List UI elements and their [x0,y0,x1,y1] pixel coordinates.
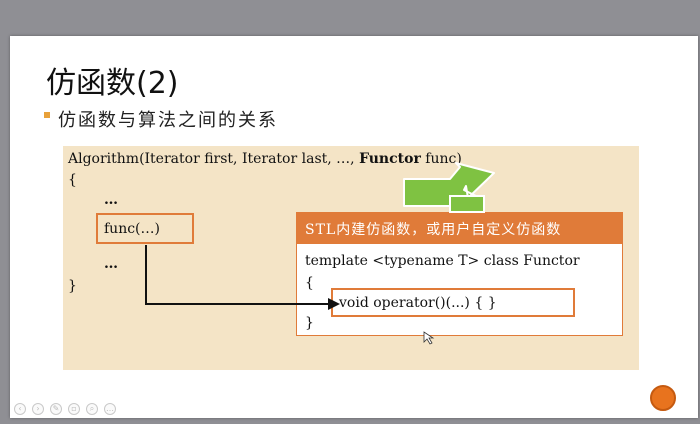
mouse-cursor-icon [423,331,435,345]
zoom-icon[interactable]: ⌕ [86,403,98,415]
logo-icon [650,385,676,411]
slide: 仿函数(2) 仿函数与算法之间的关系 Algorithm(Iterator fi… [10,36,698,418]
annotation-overlay [145,162,495,345]
next-icon[interactable]: › [32,403,44,415]
green-arrow-tail-icon [449,195,485,213]
more-icon[interactable]: … [104,403,116,415]
copy-icon[interactable]: ▫ [68,403,80,415]
prev-icon[interactable]: ‹ [14,403,26,415]
pen-icon[interactable]: ✎ [50,403,62,415]
connector-line [145,245,328,305]
connector-arrowhead-icon [328,298,340,310]
